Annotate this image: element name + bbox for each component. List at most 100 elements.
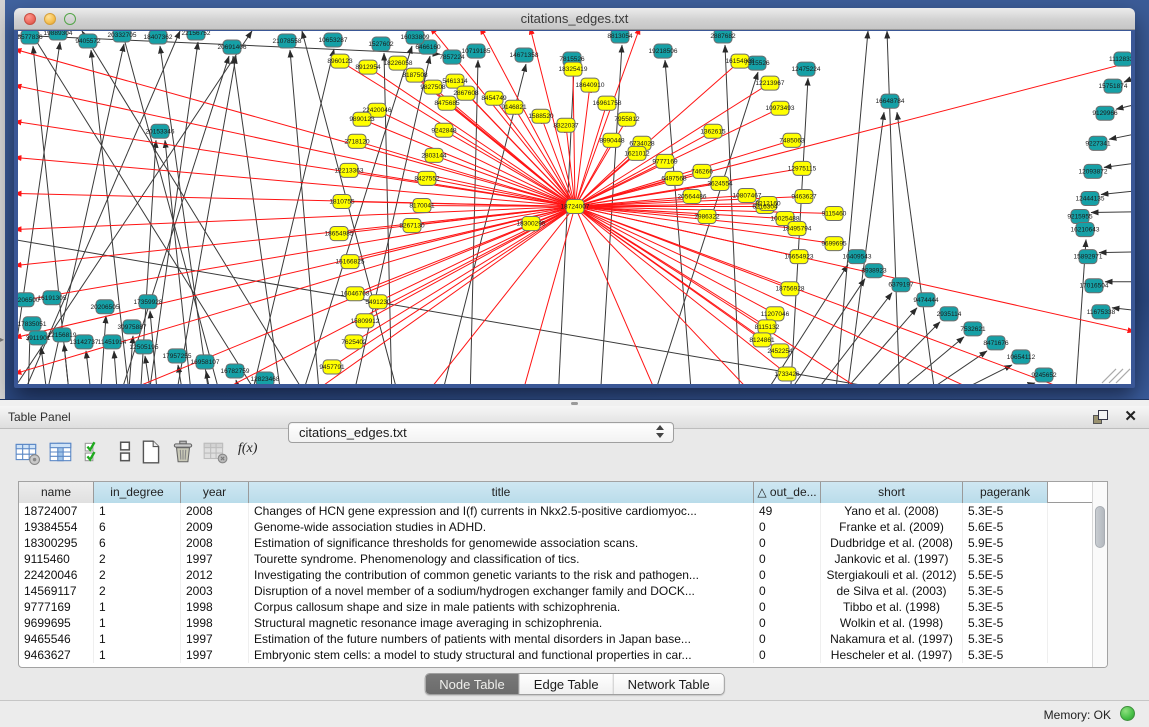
- table-source-dropdown[interactable]: citations_edges.txt: [288, 422, 674, 443]
- table-row[interactable]: 969969511998Structural magnetic resonanc…: [19, 615, 1048, 631]
- column-visibility-icon[interactable]: [48, 439, 74, 465]
- network-canvas[interactable]: 8577836198893049405572203327051840736222…: [18, 31, 1131, 384]
- network-node-label: 12823468: [251, 376, 280, 383]
- table-row[interactable]: 911546021997Tourette syndrome. Phenomeno…: [19, 551, 1048, 567]
- table-cell: 18300295: [19, 535, 94, 551]
- network-node-label: 12475224: [792, 66, 821, 73]
- row-toggle-icon[interactable]: [112, 439, 138, 465]
- network-node-label: 5461314: [442, 78, 468, 85]
- vertical-scrollbar[interactable]: [1092, 482, 1107, 667]
- table-cell: 5.3E-5: [963, 503, 1048, 519]
- table-row[interactable]: 1872400712008Changes of HCN gene express…: [19, 503, 1048, 519]
- panel-splitter[interactable]: [0, 399, 1149, 406]
- network-node-label: 20206505: [91, 304, 120, 311]
- column-header-year[interactable]: year: [181, 482, 249, 503]
- table-row[interactable]: 1456911722003Disruption of a novel membe…: [19, 583, 1048, 599]
- column-header-title[interactable]: title: [249, 482, 754, 503]
- fx-label: f(x): [238, 441, 257, 456]
- application-window: ▸ citations_edges.txt: [0, 0, 1149, 727]
- table-cell: Tibbo et al. (1998): [821, 599, 963, 615]
- network-node-label: 9146821: [501, 104, 527, 111]
- network-node-label: 22420046: [363, 107, 392, 114]
- table-cell: 18724007: [19, 503, 94, 519]
- column-header-out_de[interactable]: △ out_de...: [754, 482, 821, 503]
- status-bar: Memory: OK: [0, 700, 1149, 727]
- column-header-short[interactable]: short: [821, 482, 963, 503]
- network-node-label: 7955812: [614, 116, 640, 123]
- window-titlebar[interactable]: citations_edges.txt: [14, 8, 1135, 30]
- table-cell: 5.3E-5: [963, 615, 1048, 631]
- table-row[interactable]: 977716911998Corpus callosum shape and si…: [19, 599, 1048, 615]
- table-cell: Yano et al. (2008): [821, 503, 963, 519]
- table-cell: 2008: [181, 535, 249, 551]
- table-cell: 6: [94, 535, 181, 551]
- table-cell: Changes of HCN gene expression and I(f) …: [249, 503, 754, 519]
- column-header-pagerank[interactable]: pagerank: [963, 482, 1048, 503]
- memory-status-icon[interactable]: [1120, 706, 1135, 721]
- network-node-label: 8938923: [861, 268, 887, 275]
- table-cell: 0: [754, 583, 821, 599]
- table-cell: 9465546: [19, 631, 94, 647]
- table-cell: 2: [94, 583, 181, 599]
- table-cell: de Silva et al. (2003): [821, 583, 963, 599]
- table-cell: 49: [754, 503, 821, 519]
- network-node-label: 18407362: [144, 34, 173, 41]
- tab-network-table[interactable]: Network Table: [614, 674, 724, 695]
- network-node-label: 1527602: [368, 41, 394, 48]
- network-node-label: 18300295: [517, 221, 546, 228]
- select-all-icon[interactable]: [82, 439, 108, 465]
- network-node-label: 18640910: [576, 82, 605, 89]
- table-row[interactable]: 1830029562008Estimation of significance …: [19, 535, 1048, 551]
- close-panel-button[interactable]: ✕: [1124, 408, 1137, 426]
- float-panel-button[interactable]: [1093, 410, 1109, 425]
- table-cell: 5.3E-5: [963, 551, 1048, 567]
- network-node-label: 8267130: [399, 223, 425, 230]
- resize-grip-icon[interactable]: [1102, 369, 1130, 383]
- network-node-label: 23206500: [18, 297, 40, 304]
- splitter-handle[interactable]: [571, 402, 578, 405]
- import-table-icon[interactable]: [202, 439, 228, 465]
- delete-table-icon[interactable]: [170, 439, 196, 465]
- table-cell: 2012: [181, 567, 249, 583]
- network-node-label: 8170041: [409, 202, 435, 209]
- table-row[interactable]: 1938455462009Genome-wide association stu…: [19, 519, 1048, 535]
- table-row[interactable]: 2242004622012Investigating the contribut…: [19, 567, 1048, 583]
- network-node-label: 10973493: [766, 105, 795, 112]
- tab-node-table[interactable]: Node Table: [425, 674, 520, 695]
- network-node-label: 9463627: [791, 193, 817, 200]
- network-node-label: 9115460: [822, 211, 847, 218]
- column-header-in_degree[interactable]: in_degree: [94, 482, 181, 503]
- network-node-label: 12213967: [756, 80, 785, 87]
- network-node-label: 17016504: [1080, 283, 1109, 290]
- function-builder-icon[interactable]: f(x): [238, 439, 264, 465]
- column-header-name[interactable]: name: [19, 482, 94, 503]
- network-node-label: 2452254: [767, 348, 793, 355]
- table-cell: 2009: [181, 519, 249, 535]
- network-node-label: 3624554: [707, 180, 733, 187]
- table-cell: 0: [754, 551, 821, 567]
- network-node-label: 10025488: [771, 216, 800, 223]
- network-node-label: 9474444: [913, 297, 939, 304]
- table-cell: 1997: [181, 551, 249, 567]
- table-cell: 9115460: [19, 551, 94, 567]
- table-cell: Estimation of significance thresholds fo…: [249, 535, 754, 551]
- network-node-label: 15751874: [1099, 83, 1128, 90]
- table-cell: 1997: [181, 647, 249, 663]
- table-cell: Structural magnetic resonance image aver…: [249, 615, 754, 631]
- table-cell: 1: [94, 615, 181, 631]
- network-node-label: 18495794: [783, 226, 812, 233]
- node-table: namein_degreeyeartitle△ out_de...shortpa…: [18, 481, 1108, 668]
- network-node-label: 16046768: [341, 291, 370, 298]
- table-row[interactable]: 946362711997Embryonic stem cells: a mode…: [19, 647, 1048, 663]
- table-cell: Tourette syndrome. Phenomenology and cla…: [249, 551, 754, 567]
- create-table-icon[interactable]: [138, 439, 164, 465]
- network-node-label: 11128337: [1109, 56, 1131, 63]
- tab-edge-table[interactable]: Edge Table: [520, 674, 614, 695]
- collapse-arrow-icon[interactable]: ▸: [0, 334, 8, 346]
- network-node-label: 8912954: [355, 64, 381, 71]
- table-mode-icon[interactable]: [14, 439, 40, 465]
- scrollbar-thumb[interactable]: [1095, 506, 1105, 548]
- table-row[interactable]: 946554611997Estimation of the future num…: [19, 631, 1048, 647]
- table-cell: Embryonic stem cells: a model to study s…: [249, 647, 754, 663]
- network-node-label: 7485063: [779, 137, 805, 144]
